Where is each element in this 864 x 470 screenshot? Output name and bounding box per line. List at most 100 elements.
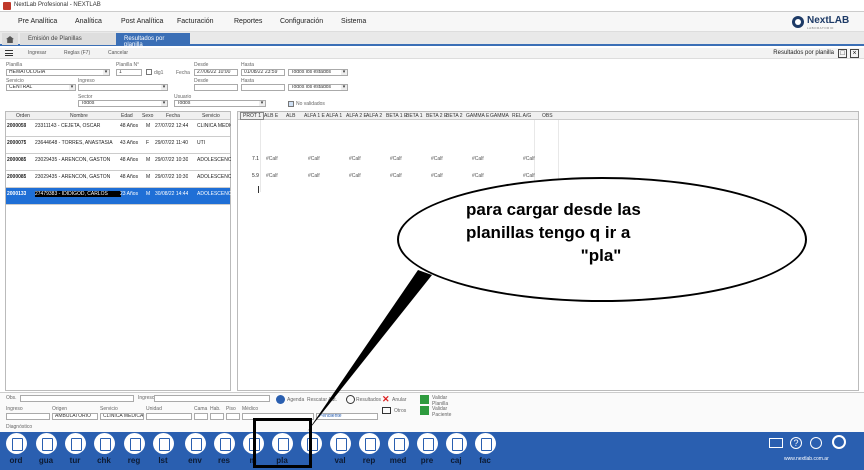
cell-value[interactable]: #Calf: [431, 173, 443, 179]
col-sexo[interactable]: Sexo: [142, 113, 153, 119]
col-beta2[interactable]: BETA 2: [446, 113, 463, 119]
origen-input[interactable]: AMBULATORIO: [52, 413, 98, 420]
planilla-select[interactable]: HEMATOLOGIA: [6, 69, 110, 76]
col-edad[interactable]: Edad: [121, 113, 133, 119]
menu-reportes[interactable]: Reportes: [234, 18, 262, 25]
anular-icon[interactable]: ✕: [382, 394, 390, 405]
cell-value[interactable]: #Calf: [472, 173, 484, 179]
fac-button[interactable]: fac: [472, 433, 498, 469]
cell-value[interactable]: #Calf: [390, 156, 402, 162]
col-orden[interactable]: Orden: [16, 113, 30, 119]
col-alfa1[interactable]: ALFA 1: [326, 113, 342, 119]
cell-value[interactable]: #Calf: [349, 156, 361, 162]
col-fecha[interactable]: Fecha: [166, 113, 180, 119]
cell-value[interactable]: #Calf: [349, 173, 361, 179]
cancelar-button[interactable]: Cancelar: [108, 50, 128, 56]
menu-pre-analitica[interactable]: Pre Analítica: [18, 18, 57, 25]
otros-icon[interactable]: [382, 407, 391, 414]
no-validados-checkbox[interactable]: [288, 101, 294, 107]
validar-planilla-icon[interactable]: [420, 395, 429, 404]
resultados-button[interactable]: Resultados: [356, 397, 381, 403]
planilla-n-input[interactable]: 1: [116, 69, 142, 76]
table-row[interactable]: 2000075 23644648 - TORRES, ANASTASIA 43 …: [6, 137, 230, 154]
reglas-button[interactable]: Reglas (F7): [64, 50, 90, 56]
desde-input[interactable]: 27/06/22 10:00: [194, 69, 238, 76]
cell-value[interactable]: #Calf: [266, 173, 278, 179]
maximize-icon[interactable]: □: [838, 49, 847, 58]
servicio-select[interactable]: CENTRAL: [6, 84, 76, 91]
col-alfa1-e[interactable]: ALFA 1 E: [304, 113, 325, 119]
ord-button[interactable]: ord: [3, 433, 29, 469]
website-footer[interactable]: www.nextlab.com.ar: [784, 456, 829, 462]
menu-post-analitica[interactable]: Post Analítica: [121, 18, 163, 25]
mail-icon[interactable]: [769, 438, 783, 448]
table-row-selected[interactable]: 2000133 27479383 - IDIDIGOD, CARLOS 23 A…: [6, 188, 231, 205]
cell-value[interactable]: #Calf: [523, 173, 535, 179]
ingreso2-input[interactable]: [6, 413, 50, 420]
cell-value[interactable]: #Calf: [308, 173, 320, 179]
ingreso-select[interactable]: [78, 84, 168, 91]
col-nombre[interactable]: Nombre: [70, 113, 88, 119]
dig1-checkbox[interactable]: [146, 69, 152, 75]
col-servicio[interactable]: Servicio: [202, 113, 220, 119]
col-prot1[interactable]: PROT 1: [240, 112, 264, 120]
med-button[interactable]: med: [385, 433, 411, 469]
cell-value[interactable]: #Calf: [523, 156, 535, 162]
power-icon[interactable]: [832, 435, 846, 449]
ingreso-input[interactable]: [154, 395, 270, 402]
cell-value[interactable]: #Calf: [266, 156, 278, 162]
unidad-input[interactable]: [146, 413, 192, 420]
menu-configuracion[interactable]: Configuración: [280, 18, 323, 25]
obs-input[interactable]: [20, 395, 134, 402]
table-row[interactable]: 2000059 23311143 - CEJETA, OSCAR 48 Años…: [6, 120, 231, 137]
cell-prot[interactable]: 7.1: [252, 156, 259, 162]
lst-button[interactable]: lst: [150, 433, 176, 469]
home-tab[interactable]: [2, 33, 18, 45]
res-button[interactable]: res: [211, 433, 237, 469]
resultados-icon[interactable]: [346, 395, 355, 404]
cell-value[interactable]: #Calf: [308, 156, 320, 162]
pre-button[interactable]: pre: [414, 433, 440, 469]
otros-button[interactable]: Otros: [394, 408, 406, 414]
rescatar-button[interactable]: Rescatar Aut.: [307, 397, 337, 403]
rep-button[interactable]: rep: [356, 433, 382, 469]
col-alb-e[interactable]: ALB E: [264, 113, 278, 119]
cell-prot[interactable]: 5.9: [252, 173, 259, 179]
anular-button[interactable]: Anular: [392, 397, 406, 403]
hasta-input[interactable]: 01/08/22 23:59: [241, 69, 285, 76]
estados-select-2[interactable]: Todos los estados: [288, 84, 348, 91]
tur-button[interactable]: tur: [62, 433, 88, 469]
servicio2-input[interactable]: CLINICA MEDICA: [100, 413, 144, 420]
help-icon[interactable]: ?: [790, 437, 802, 449]
tab-emision-planillas[interactable]: Emisión de Planillas: [20, 33, 116, 45]
hasta2-input[interactable]: [241, 84, 285, 91]
col-gamma[interactable]: GAMMA: [490, 113, 509, 119]
val-button[interactable]: val: [327, 433, 353, 469]
col-rel-ag[interactable]: REL A/G: [512, 113, 531, 119]
env-button[interactable]: env: [182, 433, 208, 469]
tab-resultados-planilla[interactable]: Resultados por planilla: [116, 33, 190, 48]
close-icon[interactable]: ×: [850, 49, 859, 58]
hamburger-menu-icon[interactable]: [5, 50, 13, 56]
validar-paciente-button[interactable]: Validar Paciente: [432, 406, 451, 418]
col-beta2-e[interactable]: BETA 2 E: [426, 113, 447, 119]
col-beta1-e[interactable]: BETA 1 E: [386, 113, 407, 119]
col-alb[interactable]: ALB: [286, 113, 295, 119]
hab-input[interactable]: [210, 413, 224, 420]
col-alfa2-e[interactable]: ALFA 2 E: [346, 113, 367, 119]
support-icon[interactable]: [810, 437, 822, 449]
desde2-input[interactable]: [194, 84, 238, 91]
usuario-select[interactable]: Todos: [174, 100, 266, 107]
caj-button[interactable]: caj: [443, 433, 469, 469]
ingresar-button[interactable]: Ingresar: [28, 50, 46, 56]
estados-select-1[interactable]: Todos los estados: [288, 69, 348, 76]
cell-value[interactable]: #Calf: [390, 173, 402, 179]
cell-value[interactable]: #Calf: [431, 156, 443, 162]
menu-sistema[interactable]: Sistema: [341, 18, 366, 25]
menu-analitica[interactable]: Analítica: [75, 18, 102, 25]
chk-button[interactable]: chk: [91, 433, 117, 469]
validar-paciente-icon[interactable]: [420, 406, 429, 415]
sector-select[interactable]: Todos: [78, 100, 168, 107]
menu-facturacion[interactable]: Facturación: [177, 18, 214, 25]
col-alfa2[interactable]: ALFA 2: [366, 113, 382, 119]
